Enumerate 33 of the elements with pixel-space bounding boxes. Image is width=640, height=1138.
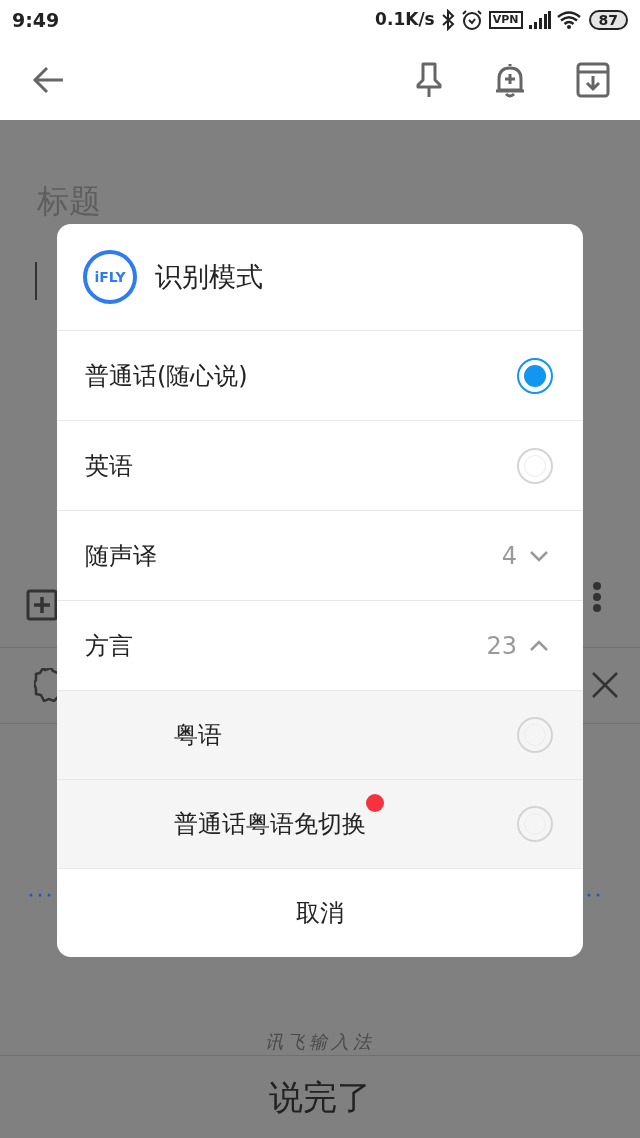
bell-plus-icon[interactable] [494, 62, 526, 98]
ifly-logo: iFLY [83, 250, 137, 304]
more-vertical-icon[interactable] [592, 581, 602, 613]
option-count: 23 [486, 630, 517, 662]
bluetooth-icon [440, 9, 455, 31]
radio-button[interactable] [517, 357, 553, 394]
dialog-title: 识别模式 [155, 259, 263, 294]
vpn-badge: VPN [488, 11, 523, 29]
cancel-button[interactable]: 取消 [286, 889, 354, 937]
done-speaking-button[interactable]: 说完了 [220, 1062, 420, 1132]
close-icon[interactable] [591, 671, 619, 699]
option-count: 4 [501, 540, 517, 572]
radio-button[interactable] [517, 806, 553, 842]
battery-indicator: 87 [588, 10, 628, 30]
dotted-line-icon [586, 892, 602, 898]
signal-icon [528, 11, 551, 29]
option-label[interactable]: 普通话(随心说) [85, 357, 248, 394]
option-label[interactable]: 普通话粤语免切换 [174, 810, 366, 838]
network-speed: 0.1K/s [375, 8, 435, 32]
archive-download-icon[interactable] [576, 62, 610, 98]
alarm-icon [460, 9, 483, 31]
status-time: 9:49 [12, 7, 60, 33]
option-label[interactable]: 方言 [85, 627, 133, 664]
option-label[interactable]: 英语 [85, 447, 133, 484]
wifi-icon [556, 10, 583, 30]
option-label[interactable]: 粤语 [174, 721, 222, 749]
radio-button[interactable] [517, 447, 553, 484]
text-cursor [35, 262, 37, 300]
add-box-icon[interactable] [26, 589, 58, 621]
option-label[interactable]: 随声译 [85, 537, 157, 574]
pin-icon[interactable] [414, 62, 444, 98]
radio-button[interactable] [517, 717, 553, 753]
dotted-line-icon [28, 892, 52, 898]
